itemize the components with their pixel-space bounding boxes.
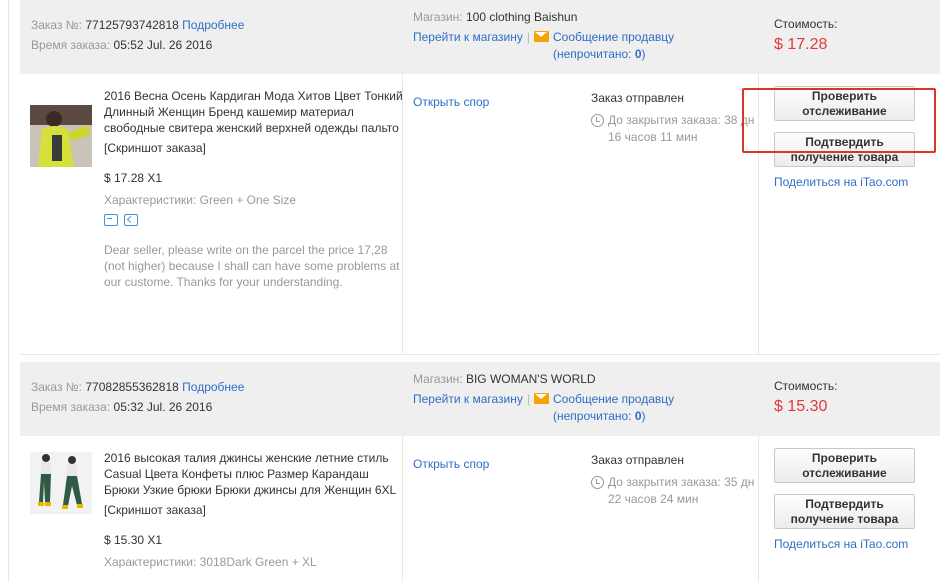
go-to-store-link[interactable]: Перейти к магазину [413,30,523,44]
shipping-icon[interactable] [104,214,118,226]
check-tracking-button[interactable]: Проверить отслеживание [774,448,915,483]
confirm-receipt-button[interactable]: Подтвердить получение товара [774,132,915,167]
order-number: 77125793742818 [85,18,179,32]
unread-count: (непрочитано: 0) [553,47,646,61]
share-itao-link[interactable]: Поделиться на iTao.com [774,175,934,189]
order-details-link[interactable]: Подробнее [182,18,244,32]
store-label: Магазин: [413,372,463,386]
order-details-link[interactable]: Подробнее [182,380,244,394]
cost-value: $ 15.30 [774,398,828,415]
open-dispute-link[interactable]: Открыть спор [413,457,489,471]
message-seller[interactable]: Сообщение продавцу (непрочитано: 0) [534,391,674,425]
order-card: Заказ №: 77125793742818 Подробнее Время … [20,0,940,354]
message-seller[interactable]: Сообщение продавцу (непрочитано: 0) [534,29,674,63]
order-screenshot-link[interactable]: [Скриншот заказа] [104,141,206,155]
order-cost: Стоимость: $ 17.28 [774,16,837,53]
confirm-receipt-button[interactable]: Подтвердить получение товара [774,494,915,529]
cardigan-image [30,105,92,167]
order-time: 05:32 Jul. 26 2016 [113,400,213,414]
order-header: Заказ №: 77082855362818 Подробнее Время … [20,362,940,436]
order-time-label: Время заказа: [31,38,111,52]
close-timer-text: До закрытия заказа: 38 дн 16 часов 11 ми… [608,113,755,144]
clock-icon [591,476,604,489]
order-info: Заказ №: 77125793742818 Подробнее Время … [31,15,244,55]
product-specs: Характеристики: 3018Dark Green + XL [104,555,317,569]
status-text: Заказ отправлен [591,91,684,105]
store-name: BIG WOMAN'S WORLD [465,372,596,386]
order-cost: Стоимость: $ 15.30 [774,378,837,415]
product-thumbnail[interactable] [30,452,92,514]
message-seller-link[interactable]: Сообщение продавцу [553,392,674,406]
store-info: Магазин: 100 clothing Baishun Перейти к … [413,9,674,63]
order-card: Заказ №: 77082855362818 Подробнее Время … [20,362,940,582]
message-seller-link[interactable]: Сообщение продавцу [553,30,674,44]
close-timer-text: До закрытия заказа: 35 дн 22 часов 24 ми… [608,475,755,506]
store-info: Магазин: BIG WOMAN'S WORLD Перейти к маг… [413,371,674,425]
order-status: Заказ отправлен До закрытия заказа: 38 д… [591,90,766,146]
product-thumbnail[interactable] [30,105,92,167]
status-text: Заказ отправлен [591,453,684,467]
check-tracking-button[interactable]: Проверить отслеживание [774,86,915,121]
store-label: Магазин: [413,10,463,24]
order-time: 05:52 Jul. 26 2016 [113,38,213,52]
cost-label: Стоимость: [774,379,838,393]
buyer-note: Dear seller, please write on the parcel … [104,243,400,289]
order-status: Заказ отправлен До закрытия заказа: 35 д… [591,452,766,508]
order-header: Заказ №: 77125793742818 Подробнее Время … [20,0,940,74]
order-screenshot-link[interactable]: [Скриншот заказа] [104,503,206,517]
product-title-link[interactable]: 2016 Весна Осень Кардиган Мода Хитов Цве… [104,89,403,135]
left-border [8,0,9,582]
order-divider [20,354,940,355]
unread-count: (непрочитано: 0) [553,409,646,423]
open-dispute-link[interactable]: Открыть спор [413,95,489,109]
price-quantity: $ 15.30 X1 [104,533,163,547]
go-to-store-link[interactable]: Перейти к магазину [413,392,523,406]
product-specs: Характеристики: Green + One Size [104,193,297,207]
order-actions: Проверить отслеживание Подтвердить получ… [774,448,934,551]
close-timer: До закрытия заказа: 35 дн 22 часов 24 ми… [591,474,766,508]
share-itao-link[interactable]: Поделиться на iTao.com [774,537,934,551]
order-number-label: Заказ №: [31,380,83,394]
close-timer: До закрытия заказа: 38 дн 16 часов 11 ми… [591,112,766,146]
separator: | [526,30,530,44]
order-body: 2016 высокая талия джинсы женские летние… [20,436,940,582]
order-number-label: Заказ №: [31,18,83,32]
separator: | [526,392,530,406]
product-title-link[interactable]: 2016 высокая талия джинсы женские летние… [104,451,396,497]
price-quantity: $ 17.28 X1 [104,171,163,185]
order-info: Заказ №: 77082855362818 Подробнее Время … [31,377,244,417]
order-actions: Проверить отслеживание Подтвердить получ… [774,86,934,189]
envelope-icon [534,393,549,404]
return-icon[interactable] [124,214,138,226]
clock-icon [591,114,604,127]
cost-label: Стоимость: [774,17,838,31]
product-icons [104,214,404,228]
order-number: 77082855362818 [85,380,179,394]
product-info: 2016 Весна Осень Кардиган Мода Хитов Цве… [104,88,404,290]
store-name: 100 clothing Baishun [465,10,578,24]
order-time-label: Время заказа: [31,400,111,414]
product-info: 2016 высокая талия джинсы женские летние… [104,450,404,570]
order-body: 2016 Весна Осень Кардиган Мода Хитов Цве… [20,74,940,354]
envelope-icon [534,31,549,42]
cost-value: $ 17.28 [774,36,828,53]
jeans-image [30,452,92,514]
